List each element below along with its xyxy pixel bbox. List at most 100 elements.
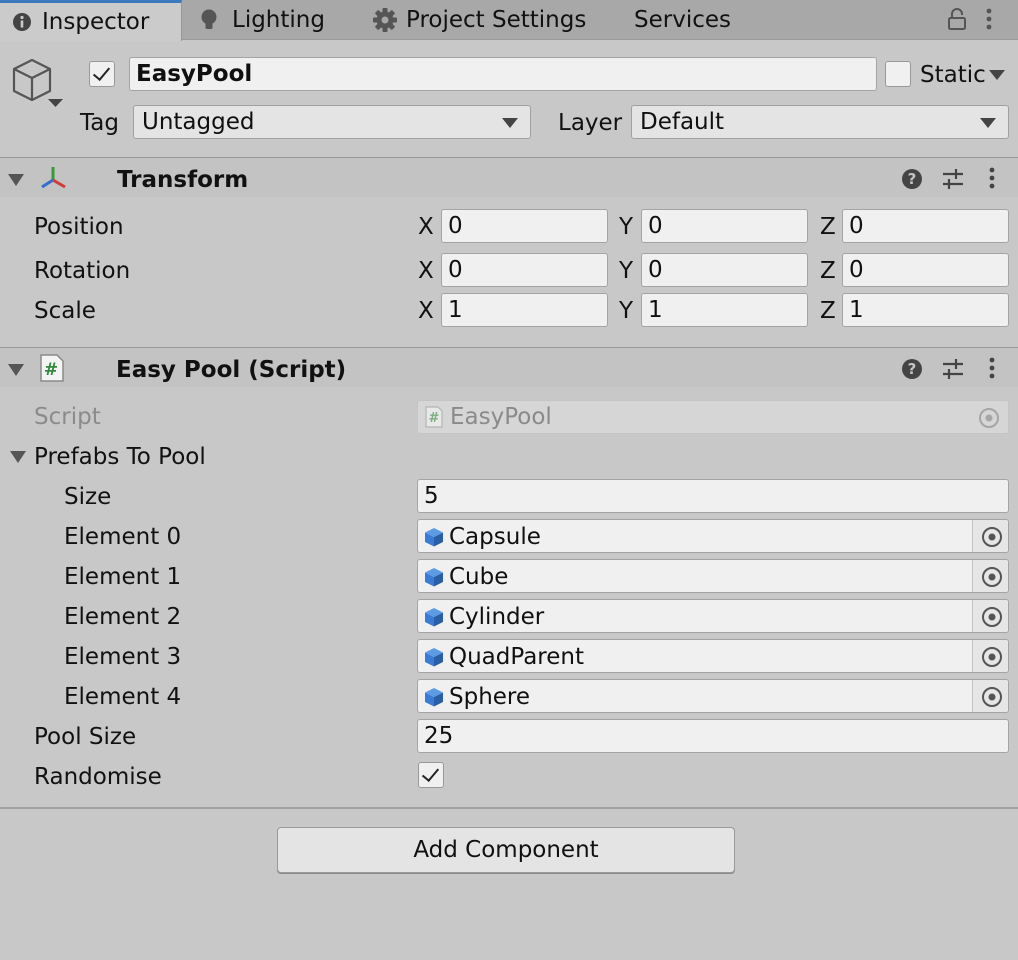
scale-z-field[interactable]: 1 bbox=[842, 293, 1009, 327]
position-x-value: 0 bbox=[448, 213, 463, 239]
rotation-y-value: 0 bbox=[648, 257, 663, 283]
position-x-label[interactable]: X bbox=[418, 216, 434, 239]
element-label: Element 0 bbox=[64, 524, 182, 550]
object-picker-button[interactable] bbox=[972, 560, 1008, 592]
size-field[interactable]: 5 bbox=[417, 479, 1009, 513]
rotation-z-label[interactable]: Z bbox=[820, 260, 836, 283]
gameobject-active-toggle[interactable] bbox=[89, 61, 115, 87]
object-picker-button[interactable] bbox=[972, 600, 1008, 632]
element-label: Element 3 bbox=[64, 644, 182, 670]
add-component-button[interactable]: Add Component bbox=[277, 827, 735, 873]
object-picker-icon bbox=[982, 647, 1002, 667]
prefabs-to-pool-label[interactable]: Prefabs To Pool bbox=[34, 446, 206, 469]
component-divider bbox=[0, 807, 1018, 809]
transform-title: Transform bbox=[117, 167, 249, 193]
object-picker-icon bbox=[982, 607, 1002, 627]
svg-text:?: ? bbox=[908, 170, 917, 188]
element-label: Element 2 bbox=[64, 604, 182, 630]
transform-header[interactable]: Transform ? bbox=[0, 157, 1018, 197]
element-3-field[interactable]: QuadParent bbox=[417, 639, 1009, 673]
add-component-label: Add Component bbox=[413, 837, 599, 863]
randomise-checkbox[interactable] bbox=[418, 762, 444, 788]
help-icon[interactable]: ? bbox=[901, 168, 923, 196]
kebab-menu-icon[interactable] bbox=[987, 166, 997, 196]
static-checkbox[interactable] bbox=[885, 61, 911, 87]
rotation-y-label[interactable]: Y bbox=[619, 260, 633, 283]
svg-text:?: ? bbox=[908, 360, 917, 378]
scale-z-label[interactable]: Z bbox=[820, 300, 836, 323]
element-label: Element 1 bbox=[64, 564, 182, 590]
presets-icon[interactable] bbox=[941, 357, 965, 387]
tab-inspector[interactable]: Inspector bbox=[0, 0, 182, 41]
prefab-cube-icon bbox=[424, 687, 444, 713]
static-label[interactable]: Static bbox=[920, 64, 986, 87]
script-label: Script bbox=[34, 404, 101, 430]
position-z-label[interactable]: Z bbox=[820, 216, 836, 239]
position-z-field[interactable]: 0 bbox=[842, 209, 1009, 243]
layer-dropdown[interactable]: Default bbox=[631, 105, 1009, 139]
lightbulb-icon bbox=[198, 8, 220, 32]
rotation-y-field[interactable]: 0 bbox=[641, 253, 808, 287]
element-label: Element 4 bbox=[64, 684, 182, 710]
static-dropdown-arrow-icon[interactable] bbox=[989, 70, 1005, 80]
scale-x-value: 1 bbox=[448, 297, 463, 323]
scale-y-label[interactable]: Y bbox=[619, 300, 633, 323]
scale-y-field[interactable]: 1 bbox=[641, 293, 808, 327]
gameobject-name-field[interactable]: EasyPool bbox=[129, 57, 877, 91]
presets-icon[interactable] bbox=[941, 167, 965, 197]
element-3-value: QuadParent bbox=[449, 644, 585, 670]
svg-text:#: # bbox=[429, 411, 440, 426]
lock-icon[interactable] bbox=[947, 7, 967, 37]
rotation-z-field[interactable]: 0 bbox=[842, 253, 1009, 287]
foldout-arrow-icon[interactable] bbox=[8, 174, 24, 186]
tab-project-settings[interactable]: Project Settings bbox=[372, 0, 586, 40]
object-picker-button[interactable] bbox=[972, 680, 1008, 712]
element-0-field[interactable]: Capsule bbox=[417, 519, 1009, 553]
position-y-label[interactable]: Y bbox=[619, 216, 633, 239]
position-y-value: 0 bbox=[648, 213, 663, 239]
position-z-value: 0 bbox=[849, 213, 864, 239]
csharp-script-icon: # bbox=[39, 354, 65, 388]
pool-size-label: Pool Size bbox=[34, 724, 137, 750]
randomise-label: Randomise bbox=[34, 764, 162, 790]
tab-lighting[interactable]: Lighting bbox=[198, 0, 325, 40]
tab-inspector-label: Inspector bbox=[42, 9, 150, 35]
pool-size-value: 25 bbox=[424, 723, 454, 749]
element-4-field[interactable]: Sphere bbox=[417, 679, 1009, 713]
position-y-field[interactable]: 0 bbox=[641, 209, 808, 243]
info-icon bbox=[12, 12, 32, 32]
gameobject-cube-icon[interactable] bbox=[8, 57, 66, 119]
prefab-cube-icon bbox=[424, 647, 444, 673]
rotation-z-value: 0 bbox=[849, 257, 864, 283]
kebab-menu-icon[interactable] bbox=[984, 7, 994, 37]
easypool-script-title: Easy Pool (Script) bbox=[116, 357, 347, 383]
prefab-cube-icon bbox=[424, 607, 444, 633]
prefab-cube-icon bbox=[424, 527, 444, 553]
pool-size-field[interactable]: 25 bbox=[417, 719, 1009, 753]
rotation-x-label[interactable]: X bbox=[418, 260, 434, 283]
size-label: Size bbox=[64, 484, 112, 510]
tab-services[interactable]: Services bbox=[634, 0, 731, 40]
size-value: 5 bbox=[424, 483, 439, 509]
prefabs-foldout-arrow-icon[interactable] bbox=[10, 451, 26, 463]
kebab-menu-icon[interactable] bbox=[987, 356, 997, 386]
scale-x-field[interactable]: 1 bbox=[441, 293, 608, 327]
tag-label: Tag bbox=[80, 110, 119, 136]
object-picker-button[interactable] bbox=[972, 640, 1008, 672]
rotation-label: Rotation bbox=[34, 258, 131, 284]
position-x-field[interactable]: 0 bbox=[441, 209, 608, 243]
tag-dropdown[interactable]: Untagged bbox=[133, 105, 531, 139]
element-2-field[interactable]: Cylinder bbox=[417, 599, 1009, 633]
scale-x-label[interactable]: X bbox=[418, 300, 434, 323]
gear-icon bbox=[372, 7, 398, 33]
rotation-x-field[interactable]: 0 bbox=[441, 253, 608, 287]
object-picker-icon bbox=[982, 567, 1002, 587]
element-1-field[interactable]: Cube bbox=[417, 559, 1009, 593]
help-icon[interactable]: ? bbox=[901, 358, 923, 386]
scale-y-value: 1 bbox=[648, 297, 663, 323]
layer-label: Layer bbox=[558, 110, 623, 136]
tag-value: Untagged bbox=[142, 109, 255, 135]
object-picker-button[interactable] bbox=[972, 520, 1008, 552]
foldout-arrow-icon[interactable] bbox=[8, 364, 24, 376]
easypool-script-header[interactable]: # Easy Pool (Script) ? bbox=[0, 347, 1018, 387]
